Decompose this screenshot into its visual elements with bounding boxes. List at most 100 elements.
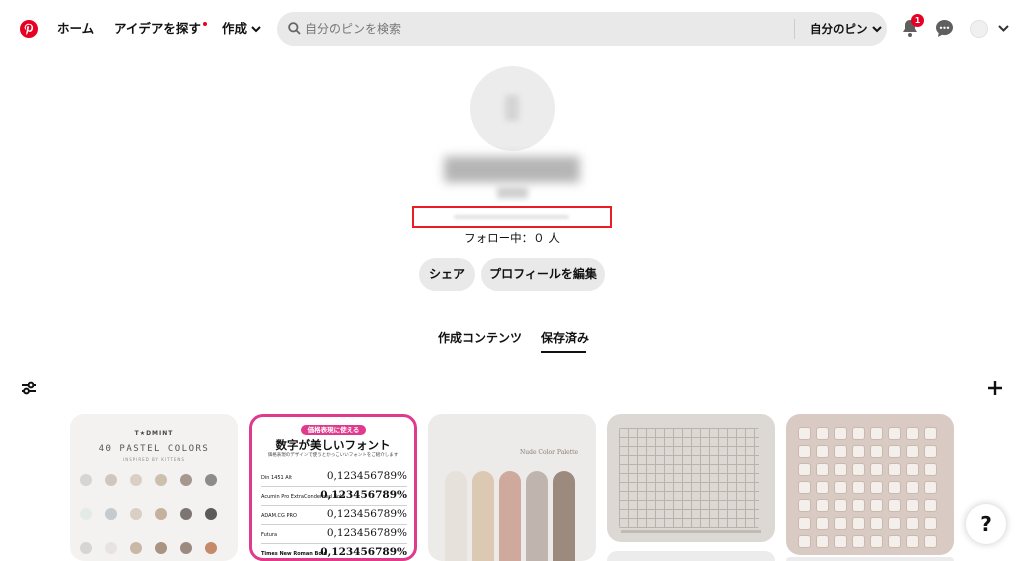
chevron-down-icon xyxy=(871,26,882,33)
top-nav: ホーム アイデアを探す 作成 自分のピン 1 xyxy=(0,0,1024,58)
messages-icon[interactable] xyxy=(935,19,954,38)
color-swatch xyxy=(80,542,92,554)
pin-card-pastel-colors[interactable]: T★DMINT 40 PASTEL COLORS INSPIRED BY KIT… xyxy=(70,414,238,561)
app-icon xyxy=(834,481,847,494)
color-swatch xyxy=(105,508,117,520)
font-name: ADAM.CG PRO xyxy=(261,513,297,519)
font-row: Futura 0,123456789% xyxy=(261,526,407,544)
color-swatch xyxy=(155,474,167,486)
app-icon xyxy=(798,535,811,548)
profile-avatar[interactable] xyxy=(470,66,555,151)
font-sample: 0,123456789% xyxy=(320,489,407,501)
pin-card-app-icons[interactable] xyxy=(786,414,954,555)
pin-title: 40 PASTEL COLORS xyxy=(98,444,210,454)
notification-badge: 1 xyxy=(911,14,924,27)
pin-card-next[interactable] xyxy=(607,551,775,561)
color-swatch xyxy=(105,474,117,486)
new-indicator-dot xyxy=(202,22,207,26)
palette-stripe xyxy=(553,471,575,561)
font-row: Times New Roman Bold 0,123456789% xyxy=(261,545,407,558)
app-icon xyxy=(906,463,919,476)
app-icon xyxy=(816,463,829,476)
search-scope-label: 自分のピン xyxy=(810,22,868,36)
plus-icon[interactable] xyxy=(987,380,1003,396)
app-icon xyxy=(888,517,901,530)
color-swatch xyxy=(130,474,142,486)
palette-stripe xyxy=(499,471,521,561)
chevron-down-icon xyxy=(251,26,261,33)
highlight-box xyxy=(412,206,612,228)
app-icon xyxy=(888,535,901,548)
app-icon xyxy=(906,517,919,530)
search-bar: 自分のピン xyxy=(277,12,887,46)
search-input[interactable] xyxy=(305,12,785,46)
nav-explore[interactable]: アイデアを探す xyxy=(114,20,207,38)
app-icon xyxy=(798,427,811,440)
help-button[interactable]: ? xyxy=(966,504,1006,544)
profile-handle-blurred: ████ xyxy=(497,188,528,199)
app-icon xyxy=(834,445,847,458)
nav-create-dropdown[interactable]: 作成 xyxy=(222,20,261,38)
pin-card-nude-palette[interactable]: Nude Color Palette xyxy=(428,414,596,561)
app-icon xyxy=(888,481,901,494)
tab-created[interactable]: 作成コンテンツ xyxy=(438,330,522,346)
search-scope-dropdown[interactable]: 自分のピン xyxy=(810,20,882,38)
nav-home[interactable]: ホーム xyxy=(57,20,94,38)
app-icon xyxy=(852,517,865,530)
following-count[interactable]: フォロー中：０ 人 xyxy=(412,231,612,246)
color-swatch xyxy=(180,474,192,486)
pin-card-icon-grid[interactable] xyxy=(607,414,775,542)
app-icon xyxy=(906,535,919,548)
app-icon xyxy=(906,499,919,512)
tab-saved[interactable]: 保存済み xyxy=(541,330,589,346)
search-icon xyxy=(288,22,301,35)
app-icon xyxy=(816,445,829,458)
icon-grid-image xyxy=(619,428,759,528)
app-icon xyxy=(816,427,829,440)
app-icon xyxy=(798,517,811,530)
edit-profile-button[interactable]: プロフィールを編集 xyxy=(481,258,605,291)
account-chevron-down-icon[interactable] xyxy=(998,25,1009,32)
color-swatch xyxy=(130,542,142,554)
active-tab-underline xyxy=(541,351,586,353)
app-icon xyxy=(870,463,883,476)
app-icon xyxy=(834,535,847,548)
font-name: Futura xyxy=(261,532,278,538)
color-swatch xyxy=(80,474,92,486)
share-button[interactable]: シェア xyxy=(419,258,475,291)
font-row: ADAM.CG PRO 0,123456789% xyxy=(261,507,407,525)
pin-subtitle: 価格表現のデザインで使うとかっこいいフォントをご紹介します xyxy=(267,453,399,458)
font-name: Din 1451 Alt xyxy=(261,475,293,481)
app-icon xyxy=(870,427,883,440)
app-icon xyxy=(924,463,937,476)
color-swatch xyxy=(80,508,92,520)
pin-caption-line xyxy=(621,530,761,533)
pin-card-next[interactable] xyxy=(786,557,954,561)
search-divider xyxy=(794,19,795,39)
app-icon xyxy=(870,481,883,494)
color-swatch xyxy=(205,508,217,520)
nav-explore-label: アイデアを探す xyxy=(114,21,201,36)
palette-stripe xyxy=(472,471,494,561)
app-icon xyxy=(888,445,901,458)
app-icon xyxy=(924,517,937,530)
pin-card-number-fonts[interactable]: 価格表現に使える 数字が美しいフォント 価格表現のデザインで使うとかっこいいフォ… xyxy=(249,414,417,561)
app-icon xyxy=(870,517,883,530)
filter-sliders-icon[interactable] xyxy=(21,381,37,395)
app-icon xyxy=(798,499,811,512)
pin-subtitle: INSPIRED BY KITTENS xyxy=(123,457,185,462)
app-icon xyxy=(924,499,937,512)
app-icon xyxy=(852,535,865,548)
account-avatar[interactable] xyxy=(970,20,988,38)
app-icon xyxy=(870,499,883,512)
app-icon xyxy=(888,427,901,440)
font-sample: 0,123456789% xyxy=(326,470,407,482)
pinterest-logo-icon[interactable] xyxy=(20,20,38,38)
app-icon xyxy=(816,499,829,512)
app-icon xyxy=(924,535,937,548)
app-icon xyxy=(816,517,829,530)
app-icon xyxy=(852,481,865,494)
color-swatch xyxy=(130,508,142,520)
app-icon xyxy=(852,445,865,458)
font-name: Times New Roman Bold xyxy=(261,551,328,557)
